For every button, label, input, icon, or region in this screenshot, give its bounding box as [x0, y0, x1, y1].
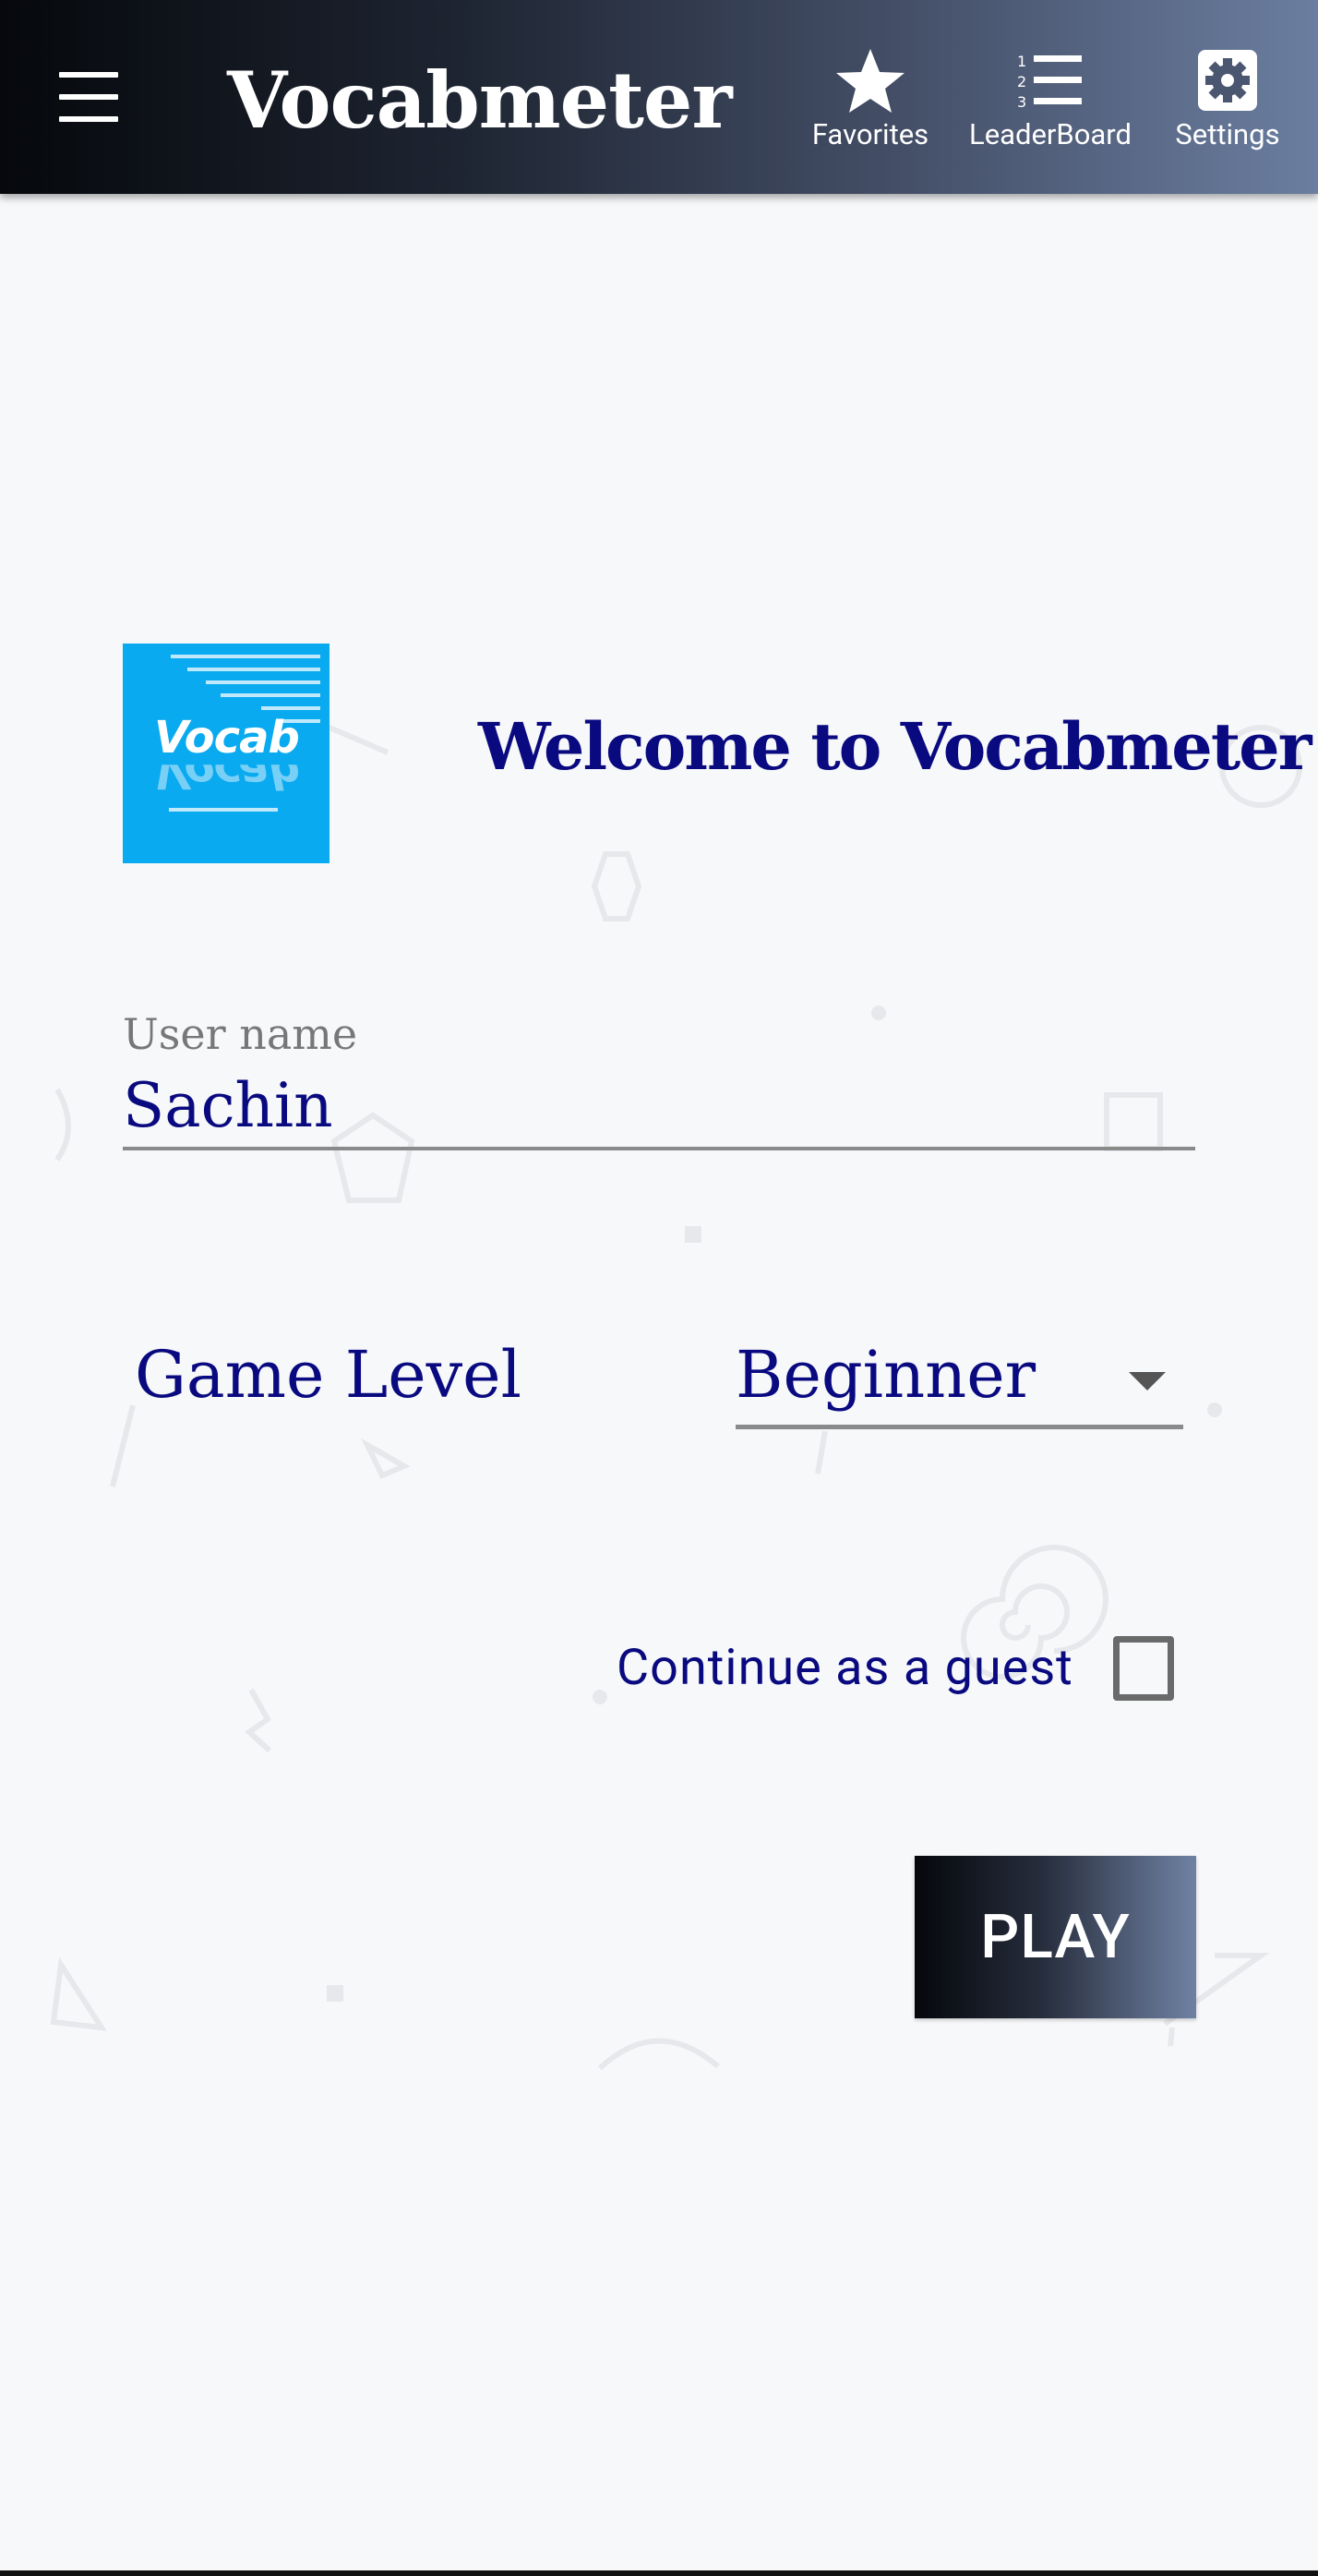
gear-icon: [1198, 50, 1257, 111]
username-label: User name: [123, 1009, 358, 1059]
guest-label: Continue as a guest: [617, 1639, 1073, 1697]
svg-text:2: 2: [1017, 73, 1026, 90]
username-input[interactable]: [123, 1064, 1195, 1150]
star-icon: [836, 49, 905, 113]
leaderboard-label: LeaderBoard: [969, 117, 1132, 151]
bottom-edge: [0, 2570, 1318, 2576]
logo-reflection: Vocab: [154, 764, 299, 799]
game-level-label: Game Level: [135, 1337, 521, 1413]
favorites-button[interactable]: Favorites: [796, 46, 945, 153]
svg-text:1: 1: [1017, 53, 1026, 70]
settings-label: Settings: [1175, 117, 1280, 151]
settings-button[interactable]: Settings: [1154, 46, 1301, 153]
logo-text: Vocab: [154, 712, 300, 764]
game-level-dropdown[interactable]: Beginner: [736, 1328, 1183, 1429]
app-bar: Vocabmeter Favorites 1 2 3 LeaderBoard S…: [0, 0, 1318, 194]
dropdown-arrow-icon: [1129, 1372, 1166, 1390]
welcome-heading: Welcome to Vocabmeter: [478, 708, 1312, 785]
app-title: Vocabmeter: [227, 54, 733, 146]
guest-checkbox[interactable]: [1113, 1636, 1174, 1701]
menu-icon[interactable]: [59, 72, 118, 122]
play-button[interactable]: PLAY: [915, 1856, 1196, 2018]
svg-text:3: 3: [1017, 93, 1026, 111]
game-level-value: Beginner: [736, 1337, 1036, 1413]
favorites-label: Favorites: [811, 117, 929, 151]
app-logo: Vocab Vocab: [123, 644, 330, 863]
ordered-list-icon: 1 2 3: [1017, 53, 1082, 111]
leaderboard-button[interactable]: 1 2 3 LeaderBoard: [960, 46, 1141, 153]
